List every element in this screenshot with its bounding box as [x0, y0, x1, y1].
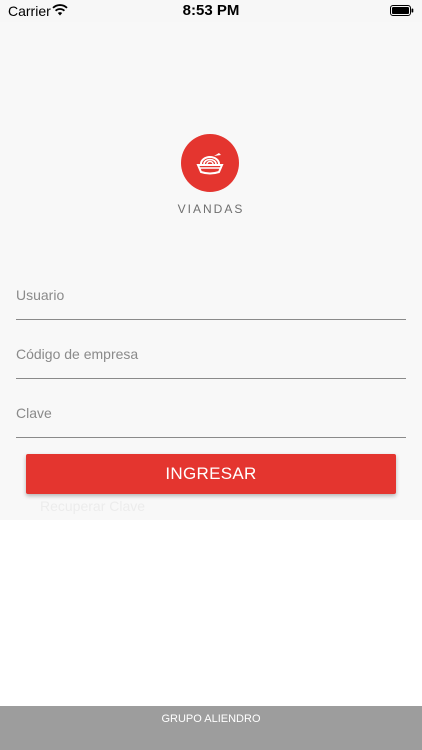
- password-placeholder: Clave: [16, 405, 52, 421]
- login-screen: VIANDAS Usuario Código de empresa Clave …: [0, 22, 422, 520]
- password-field[interactable]: Clave: [16, 397, 406, 438]
- footer-bar: GRUPO ALIENDRO: [0, 706, 422, 750]
- login-button[interactable]: INGRESAR: [26, 454, 396, 494]
- app-logo: [181, 134, 239, 192]
- status-bar: Carrier 8:53 PM: [0, 0, 422, 22]
- company-code-placeholder: Código de empresa: [16, 346, 139, 362]
- footer-text: GRUPO ALIENDRO: [161, 713, 261, 725]
- username-placeholder: Usuario: [16, 287, 65, 303]
- username-field[interactable]: Usuario: [16, 279, 406, 320]
- company-code-field[interactable]: Código de empresa: [16, 338, 406, 379]
- recover-password-link[interactable]: Recuperar Clave: [40, 498, 145, 514]
- brand-name: VIANDAS: [177, 202, 245, 216]
- clock: 8:53 PM: [182, 2, 240, 19]
- battery-icon: [390, 5, 414, 16]
- food-bowl-logo-icon: [196, 153, 224, 175]
